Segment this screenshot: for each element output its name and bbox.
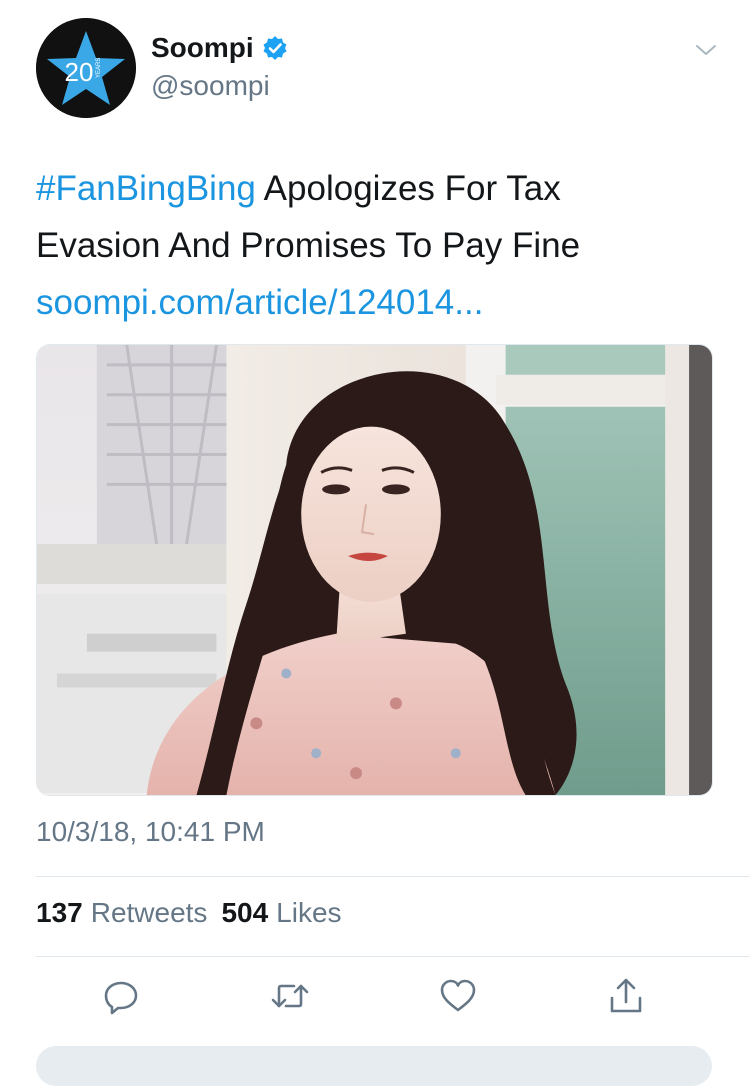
tweet-stats: 137 Retweets 504 Likes (36, 897, 342, 929)
display-name[interactable]: Soompi (151, 32, 254, 64)
svg-text:20: 20 (65, 57, 94, 87)
likes-count: 504 (221, 897, 269, 928)
tweet-photo[interactable] (36, 344, 713, 796)
soompi-20-years-logo: 20 YEARS (36, 18, 136, 118)
share-icon (610, 978, 642, 1013)
divider-top (36, 876, 750, 877)
divider-bottom (36, 956, 750, 957)
retweets-label: Retweets (90, 897, 208, 928)
heart-icon (440, 979, 476, 1012)
chevron-down-icon[interactable] (694, 38, 718, 62)
retweet-button[interactable] (270, 976, 310, 1016)
likes-label: Likes (276, 897, 342, 928)
hashtag-link[interactable]: #FanBingBing (36, 169, 256, 208)
like-button[interactable] (438, 976, 478, 1016)
reply-icon (104, 981, 138, 1015)
verified-badge-icon (263, 36, 287, 60)
likes-stat[interactable]: 504 Likes (221, 897, 341, 929)
name-row: Soompi (151, 32, 288, 64)
avatar[interactable]: 20 YEARS (36, 18, 136, 118)
reply-button[interactable] (101, 976, 141, 1016)
tweet-text-line2: Evasion And Promises To Pay Fine (36, 226, 581, 265)
retweets-stat[interactable]: 137 Retweets (36, 897, 207, 929)
tweet-text: #FanBingBing Apologizes For Tax Evasion … (36, 160, 706, 331)
handle[interactable]: @soompi (151, 70, 270, 102)
retweet-icon (271, 984, 309, 1008)
tweet-header: 20 YEARS Soompi @soompi (36, 18, 726, 118)
tweet-actions (0, 974, 750, 1022)
tweet-timestamp[interactable]: 10/3/18, 10:41 PM (36, 816, 265, 848)
tweet-text-line1: Apologizes For Tax (255, 169, 561, 208)
reply-compose-bar[interactable] (36, 1046, 712, 1086)
retweets-count: 137 (36, 897, 83, 928)
share-button[interactable] (606, 976, 646, 1016)
article-link[interactable]: soompi.com/article/124014... (36, 283, 483, 322)
svg-text:YEARS: YEARS (96, 58, 102, 78)
photo-image (37, 345, 712, 795)
